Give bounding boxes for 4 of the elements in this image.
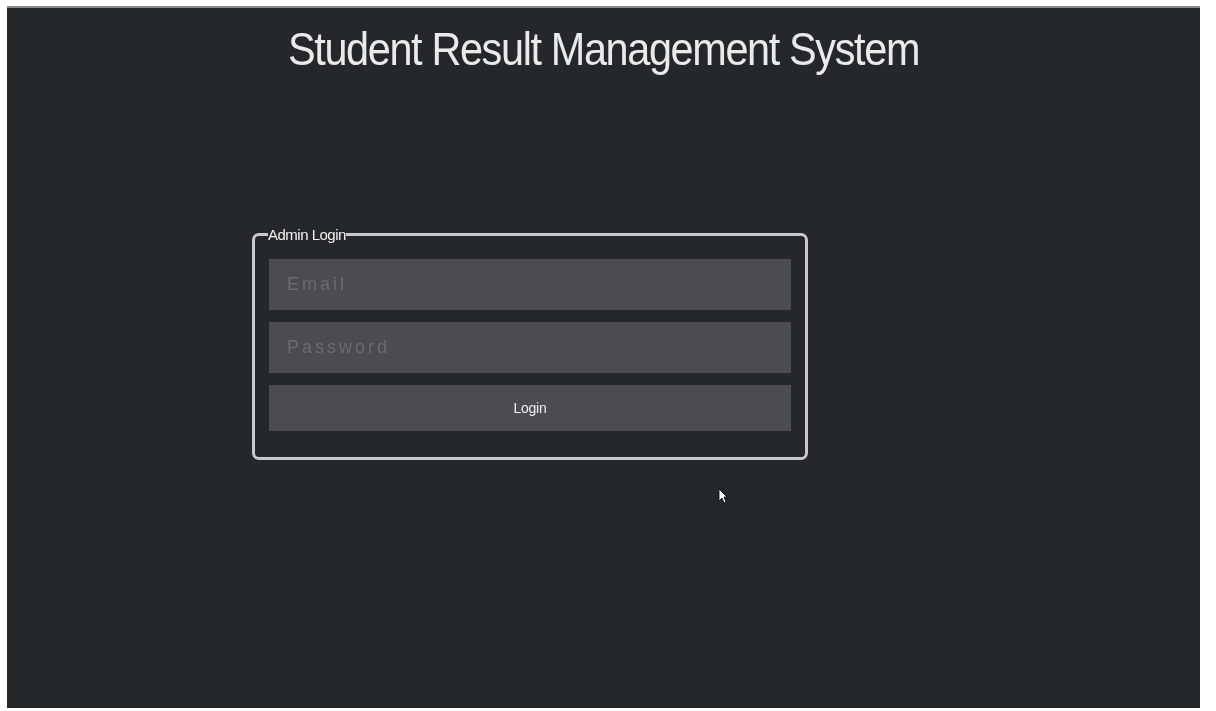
login-button[interactable]: Login <box>269 385 791 431</box>
panel-legend: Admin Login <box>268 226 346 243</box>
cursor-icon <box>718 488 727 504</box>
page-title: Student Result Management System <box>286 22 920 76</box>
